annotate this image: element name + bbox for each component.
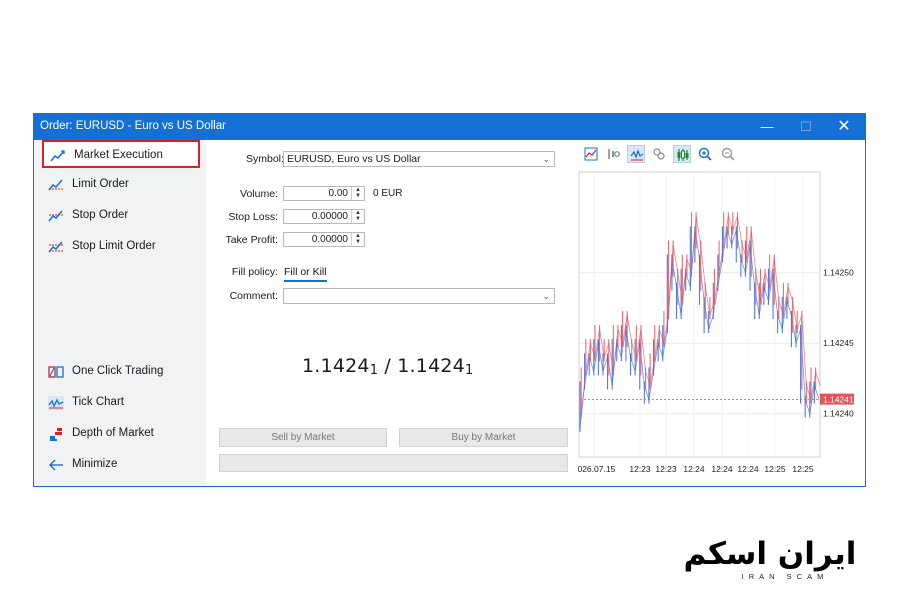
symbol-select[interactable]: EURUSD, Euro vs US Dollar ⌄ (283, 151, 555, 167)
symbol-label: Symbol: (246, 153, 284, 165)
ask-price-small-digit: 1 (464, 363, 474, 378)
arrow-left-icon (49, 459, 63, 471)
x-tick-label: 12:25 (764, 464, 786, 474)
sidebar-item-label: Market Execution (74, 149, 163, 161)
zoom-out-button[interactable] (719, 145, 737, 163)
sidebar-item-tick-chart[interactable]: Tick Chart (42, 389, 200, 417)
tick-chart-panel: 1.14250 1.14245 1.14240 2026.07.15 12:23 12:… (578, 140, 865, 486)
x-tick-label: 2026.07.15 (578, 464, 616, 474)
stop-loss-stepper[interactable]: 0.00000 ▲ ▼ (283, 209, 365, 224)
zoom-in-icon (698, 147, 712, 161)
x-tick-label: 12:24 (737, 464, 759, 474)
bid-price-small-digit: 1 (369, 363, 379, 378)
sidebar-item-label: Limit Order (72, 178, 129, 190)
ask-price: 1.1424 (397, 355, 465, 377)
fill-policy-select[interactable]: Fill or Kill (284, 266, 327, 282)
tick-chart-button[interactable] (627, 145, 645, 163)
bars-icon (677, 149, 689, 161)
iran-scam-watermark: ایران اسکم IRAN SCAM (665, 536, 875, 586)
sidebar-item-one-click-trading[interactable]: One Click Trading (42, 358, 200, 386)
take-profit-value: 0.00000 (311, 234, 348, 245)
sidebar-item-label: One Click Trading (72, 365, 164, 377)
x-tick-label: 12:23 (655, 464, 677, 474)
symbol-value: EURUSD, Euro vs US Dollar (287, 153, 421, 165)
order-progress-bar (219, 454, 568, 472)
chart-line-button[interactable] (582, 145, 600, 163)
spin-arrows-icon[interactable]: ▲ ▼ (351, 187, 364, 200)
sidebar-item-market-execution[interactable]: Market Execution (42, 140, 200, 168)
depth-button[interactable] (650, 145, 668, 163)
sell-by-market-button[interactable]: Sell by Market (219, 428, 387, 447)
sidebar-item-label: Minimize (72, 458, 118, 470)
zoom-in-button[interactable] (696, 145, 714, 163)
spin-arrows-icon[interactable]: ▲ ▼ (351, 210, 364, 223)
limit-order-icon (48, 179, 63, 191)
one-click-trading-icon (48, 366, 64, 378)
x-tick-label: 12:24 (683, 464, 705, 474)
volume-value: 0.00 (328, 188, 348, 199)
take-profit-label: Take Profit: (225, 234, 278, 246)
comment-label: Comment: (229, 290, 278, 302)
y-tick-label: 1.14240 (823, 409, 854, 419)
y-tick-label: 1.14245 (823, 338, 854, 348)
comment-input[interactable]: ⌄ (283, 288, 555, 304)
fill-policy-label: Fill policy: (231, 266, 278, 278)
sidebar-item-stop-order[interactable]: Stop Order (42, 202, 200, 230)
auto-scroll-button[interactable] (604, 145, 622, 163)
depth-icon (653, 148, 665, 160)
chart-line-icon (584, 147, 598, 161)
stop-loss-value: 0.00000 (311, 211, 348, 222)
sidebar-item-limit-order[interactable]: Limit Order (42, 171, 200, 199)
tick-chart-icon (630, 149, 644, 161)
volume-unit: 0 EUR (373, 188, 403, 199)
current-price-label: 1.14241 (823, 395, 854, 405)
depth-of-market-icon (50, 428, 62, 441)
bid-ask-quote: 1.14241 / 1.14241 (302, 355, 473, 378)
sidebar-item-label: Stop Order (72, 209, 129, 221)
volume-stepper[interactable]: 0.00 ▲ ▼ (283, 186, 365, 201)
bars-button[interactable] (673, 145, 691, 163)
stop-loss-label: Stop Loss: (228, 211, 278, 223)
tick-chart[interactable]: 1.14250 1.14245 1.14240 2026.07.15 12:23 12:… (578, 166, 865, 486)
buy-by-market-button[interactable]: Buy by Market (399, 428, 568, 447)
stop-order-icon (48, 210, 63, 222)
sidebar-item-minimize[interactable]: Minimize (42, 451, 200, 479)
quote-separator: / (378, 355, 398, 377)
sidebar-item-stop-limit-order[interactable]: Stop Limit Order (42, 233, 200, 261)
sidebar-item-depth-of-market[interactable]: Depth of Market (42, 420, 200, 448)
chevron-down-icon: ⌄ (542, 291, 550, 301)
x-axis: 2026.07.15 12:23 12:23 12:24 12:24 12:24 12:25… (578, 464, 814, 474)
order-type-sidebar: Market Execution Limit Order Stop Order … (34, 140, 206, 486)
tick-chart-icon (48, 396, 64, 410)
x-tick-label: 12:25 (792, 464, 814, 474)
title-bar[interactable]: Order: EURUSD - Euro vs US Dollar — ☐ ✕ (34, 114, 865, 140)
x-tick-label: 12:24 (711, 464, 733, 474)
window-title: Order: EURUSD - Euro vs US Dollar (40, 120, 226, 132)
maximize-window-button[interactable]: ☐ (793, 116, 819, 138)
sidebar-item-label: Stop Limit Order (72, 240, 156, 252)
minimize-window-button[interactable]: — (754, 116, 780, 138)
spin-arrows-icon[interactable]: ▲ ▼ (351, 233, 364, 246)
sidebar-item-label: Tick Chart (72, 396, 124, 408)
zoom-out-icon (721, 147, 735, 161)
chevron-down-icon: ⌄ (542, 154, 550, 164)
close-window-button[interactable]: ✕ (831, 116, 857, 138)
watermark-english-text: IRAN SCAM (741, 572, 829, 581)
auto-scroll-icon (608, 149, 620, 159)
market-execution-icon (50, 150, 65, 162)
x-tick-label: 12:23 (629, 464, 651, 474)
stop-limit-order-icon (48, 241, 63, 253)
sidebar-item-label: Depth of Market (72, 427, 154, 439)
order-window: Order: EURUSD - Euro vs US Dollar — ☐ ✕ … (33, 113, 866, 487)
volume-label: Volume: (240, 188, 278, 200)
y-tick-label: 1.14250 (823, 268, 854, 278)
bid-price: 1.1424 (302, 355, 370, 377)
watermark-persian-text: ایران اسکم (683, 536, 858, 572)
order-form: Symbol: EURUSD, Euro vs US Dollar ⌄ Volu… (206, 140, 578, 486)
take-profit-stepper[interactable]: 0.00000 ▲ ▼ (283, 232, 365, 247)
